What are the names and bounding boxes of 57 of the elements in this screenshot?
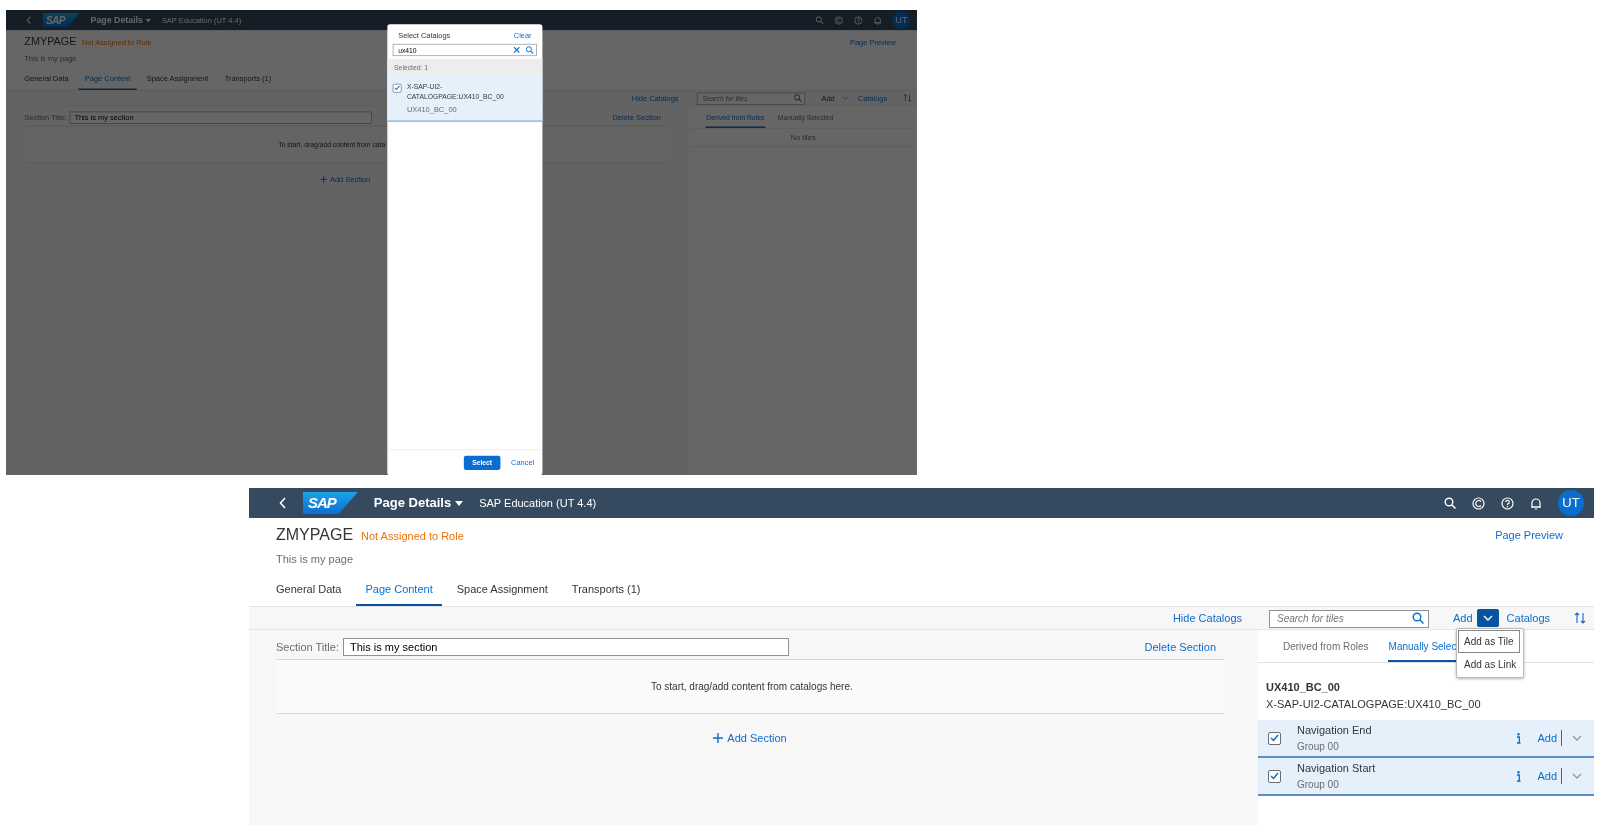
checkbox[interactable] — [1268, 769, 1281, 783]
tab[interactable]: Derived from Roles — [1282, 630, 1370, 662]
search-icon[interactable] — [1444, 497, 1456, 509]
tile-title: Navigation End — [1297, 723, 1373, 739]
page-title: ZMYPAGE — [276, 525, 354, 545]
catalog-id: X-SAP-UI2-CATALOGPAGE:UX410_BC_00 — [1266, 696, 1482, 712]
back-button[interactable] — [279, 497, 287, 509]
search-field[interactable]: Search for tiles — [1269, 609, 1429, 628]
chevron-down-icon — [1572, 735, 1582, 741]
page-description: This is my page — [276, 552, 355, 567]
info-icon[interactable] — [1516, 732, 1522, 744]
field-label: Section Title: — [276, 639, 339, 655]
caret-icon — [145, 18, 152, 22]
section-title-field[interactable]: This is my section — [343, 638, 789, 656]
add-button[interactable]: Add — [1453, 609, 1473, 627]
catalogs-link[interactable]: Catalogs — [1506, 609, 1550, 627]
info-icon[interactable] — [1516, 770, 1522, 782]
tab[interactable]: Space Assignment — [447, 572, 557, 606]
plus-icon — [713, 733, 724, 744]
page-title: ZMYPAGE — [24, 34, 77, 50]
checkmark-icon — [1270, 734, 1279, 742]
user-avatar[interactable]: UT — [1558, 490, 1584, 516]
logo[interactable]: SAP — [303, 492, 358, 514]
tile-row[interactable]: Navigation End Group 00 Add — [1258, 720, 1594, 758]
tile-subtitle: Group 00 — [1297, 777, 1340, 792]
bell-icon[interactable] — [1530, 496, 1542, 510]
menu-item[interactable]: Add as Tile — [1458, 630, 1520, 653]
assistant-icon[interactable] — [1472, 496, 1485, 510]
chevron-down-icon — [1482, 615, 1493, 621]
app-subtitle: SAP Education (UT 4.4) — [479, 495, 597, 511]
tile-row[interactable]: Navigation Start Group 00 Add — [1258, 758, 1594, 796]
delete-section-link[interactable]: Delete Section — [1144, 638, 1216, 656]
catalog-name: UX410_BC_00 — [1266, 680, 1341, 695]
checkbox[interactable] — [1268, 731, 1281, 745]
hide-catalogs-link[interactable]: Hide Catalogs — [1172, 610, 1242, 627]
user-avatar[interactable]: UT — [892, 11, 911, 29]
search-icon[interactable] — [1412, 612, 1424, 624]
title-menu-button[interactable]: Page Details — [373, 493, 464, 513]
tile-title: Navigation Start — [1297, 761, 1377, 777]
add-button[interactable]: Add — [1537, 729, 1562, 747]
checkmark-icon — [1270, 772, 1279, 780]
tab[interactable]: Transports (1) — [562, 572, 650, 606]
empty-message: To start, drag/add content from catalogs here. — [651, 680, 853, 694]
title-menu-button[interactable]: Page Details — [90, 13, 152, 27]
caret-icon — [455, 500, 464, 506]
add-button[interactable]: Add — [1537, 767, 1562, 785]
sort-icon[interactable] — [1574, 612, 1586, 624]
dropdown-button[interactable] — [1476, 609, 1499, 627]
tab[interactable]: General Data — [267, 572, 351, 606]
tile-subtitle: Group 00 — [1297, 739, 1340, 754]
checkbox[interactable] — [392, 83, 402, 93]
page-preview-link[interactable]: Page Preview — [1495, 527, 1563, 544]
add-section-button[interactable]: Add Section — [713, 730, 787, 747]
help-icon[interactable] — [1501, 496, 1514, 510]
status-text: Not Assigned to Role — [361, 529, 464, 544]
chevron-down-icon — [1572, 773, 1582, 779]
back-icon — [279, 497, 287, 509]
